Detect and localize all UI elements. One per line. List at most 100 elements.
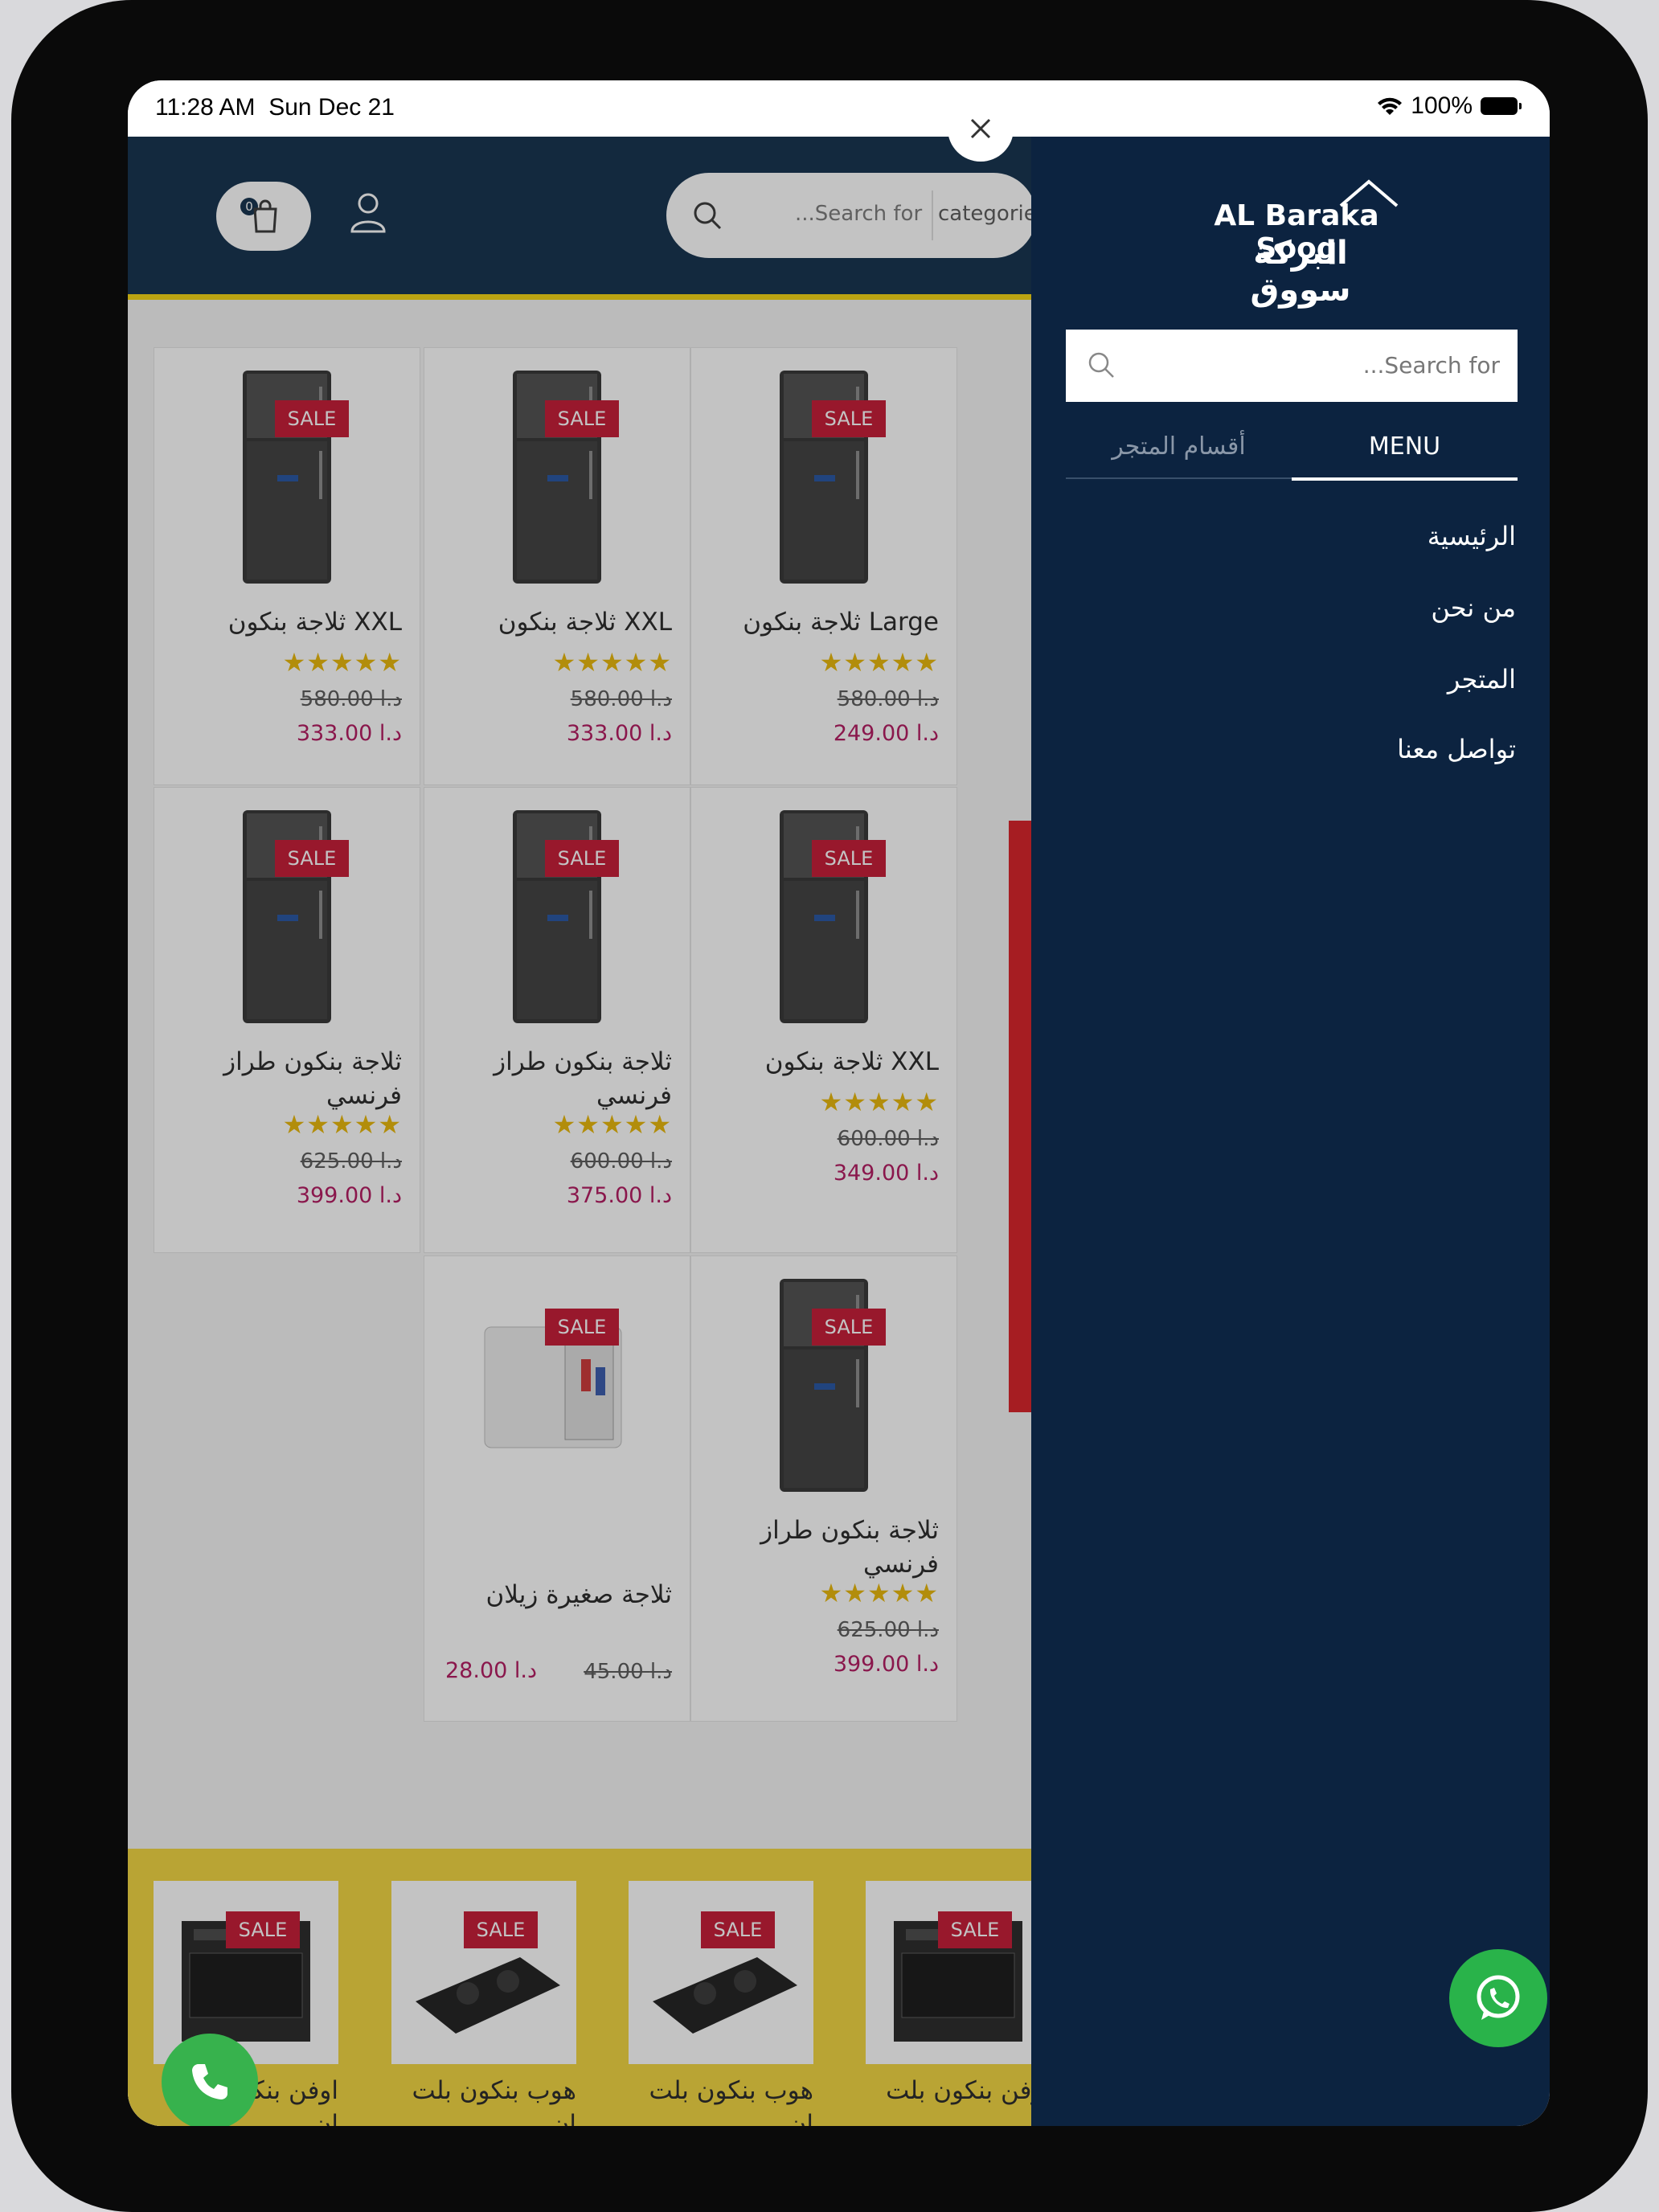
sale-badge: SALE xyxy=(275,840,349,877)
mini-fridge-image[interactable] xyxy=(469,1271,645,1496)
battery-percent: 100% xyxy=(1411,92,1473,119)
close-icon xyxy=(970,118,991,139)
product-name[interactable]: ثلاجة صغيرة زيلان xyxy=(439,1578,672,1612)
status-right: 100% xyxy=(1377,92,1522,120)
store-page: 0 ...Search for categorie s xyxy=(128,137,1031,2126)
sale-badge: SALE xyxy=(226,1911,300,1948)
product-card[interactable]: SALE ثلاجة بنكون XXL ★★★★★ 580.00 د.ا 33… xyxy=(424,347,690,785)
product-old-price: 600.00 د.ا xyxy=(837,1127,939,1151)
product-old-price: 580.00 د.ا xyxy=(300,687,402,711)
product-name[interactable]: ثلاجة بنكون طراز فرنسي xyxy=(169,1045,402,1112)
rating-stars: ★★★★★ xyxy=(819,1087,939,1117)
featured-product-card[interactable]: SALE هوب بنكون بلت ان xyxy=(391,1881,576,2126)
header-search-input[interactable]: ...Search for xyxy=(795,202,922,226)
side-menu-drawer: AL Baraka Sooq البركة سووق ...Search for… xyxy=(1031,137,1550,2126)
sale-badge: SALE xyxy=(275,400,349,437)
product-price: 349.00 د.ا xyxy=(833,1161,939,1186)
product-name[interactable]: ثلاجة بنكون XXL xyxy=(169,605,402,639)
product-price: 333.00 د.ا xyxy=(566,721,672,746)
refrigerator-image[interactable] xyxy=(469,802,645,1027)
device-bezel: 11:28 AM Sun Dec 21 100% 0 ...Search for… xyxy=(11,0,1648,2212)
product-card[interactable]: SALE ثلاجة بنكون طراز فرنسي ★★★★★ 625.00… xyxy=(690,1256,957,1722)
cart-button[interactable]: 0 xyxy=(216,182,311,251)
rating-stars: ★★★★★ xyxy=(819,647,939,678)
search-icon xyxy=(694,202,722,230)
tab-menu[interactable]: MENU xyxy=(1292,426,1518,481)
rating-stars: ★★★★★ xyxy=(552,647,672,678)
rating-stars: ★★★★★ xyxy=(552,1109,672,1140)
device-screen: 11:28 AM Sun Dec 21 100% 0 ...Search for… xyxy=(128,80,1550,2126)
product-old-price: 600.00 د.ا xyxy=(570,1149,672,1174)
menu-item-home[interactable]: الرئيسية xyxy=(1428,521,1516,551)
product-price: 249.00 د.ا xyxy=(833,721,939,746)
menu-item-shop[interactable]: المتجر xyxy=(1448,664,1516,694)
menu-tabs: أقسام المتجر MENU xyxy=(1066,426,1518,481)
refrigerator-image[interactable] xyxy=(199,363,375,588)
refrigerator-image[interactable] xyxy=(735,363,912,588)
hob-image xyxy=(416,1957,560,2034)
product-name[interactable]: ثلاجة بنكون XXL xyxy=(706,1045,939,1079)
hob-image xyxy=(653,1957,797,2034)
sale-badge: SALE xyxy=(812,1309,886,1346)
wifi-icon xyxy=(1378,97,1403,115)
refrigerator-image[interactable] xyxy=(735,802,912,1027)
tab-categories[interactable]: أقسام المتجر xyxy=(1066,426,1292,479)
sale-badge: SALE xyxy=(812,840,886,877)
product-name[interactable]: ثلاجة بنكون XXL xyxy=(439,605,672,639)
product-old-price: 580.00 د.ا xyxy=(837,687,939,711)
product-name[interactable]: ثلاجة بنكون Large xyxy=(706,605,939,639)
product-card[interactable]: SALE ثلاجة بنكون طراز فرنسي ★★★★★ 600.00… xyxy=(424,787,690,1253)
product-card[interactable]: SALE ثلاجة بنكون Large ★★★★★ 580.00 د.ا … xyxy=(690,347,957,785)
header-search[interactable]: ...Search for categories xyxy=(666,173,1031,258)
menu-item-about[interactable]: من نحن xyxy=(1431,592,1516,623)
product-price: 399.00 د.ا xyxy=(296,1183,402,1208)
featured-product-card[interactable]: SALE هوب بنكون بلت ان xyxy=(629,1881,813,2126)
product-name[interactable]: ثلاجة بنكون طراز فرنسي xyxy=(439,1045,672,1112)
product-card[interactable]: SALE ثلاجة بنكون XXL ★★★★★ 600.00 د.ا 34… xyxy=(690,787,957,1253)
refrigerator-image[interactable] xyxy=(735,1271,912,1496)
menu-item-contact[interactable]: تواصل معنا xyxy=(1397,734,1516,764)
categories-select[interactable]: categories xyxy=(938,202,1031,226)
whatsapp-button[interactable] xyxy=(1449,1949,1547,2047)
product-price: 28.00 د.ا xyxy=(445,1658,537,1683)
product-old-price: 625.00 د.ا xyxy=(837,1618,939,1642)
site-header: 0 ...Search for categories xyxy=(128,137,1031,294)
rating-stars: ★★★★★ xyxy=(282,647,402,678)
featured-product-name[interactable]: هوب بنكون بلت ان xyxy=(629,2074,813,2126)
product-name[interactable]: ثلاجة بنكون طراز فرنسي xyxy=(706,1514,939,1581)
product-card[interactable]: SALE ثلاجة صغيرة زيلان 28.00 د.ا 45.00 د… xyxy=(424,1256,690,1722)
featured-product-thumb[interactable]: SALE xyxy=(154,1881,338,2064)
featured-product-name[interactable]: هوب بنكون بلت ان xyxy=(391,2074,576,2126)
sale-badge: SALE xyxy=(545,840,619,877)
whatsapp-icon xyxy=(1477,1975,1520,2020)
featured-product-card[interactable]: SALE اوفن بنكون بلت ان xyxy=(866,1881,1031,2126)
close-menu-button[interactable] xyxy=(948,96,1014,162)
featured-product-thumb[interactable]: SALE xyxy=(866,1881,1031,2064)
sidebar-search-input[interactable]: ...Search for xyxy=(1363,352,1500,379)
sale-badge: SALE xyxy=(701,1911,775,1948)
sale-badge: SALE xyxy=(545,400,619,437)
sale-badge: SALE xyxy=(938,1911,1012,1948)
sale-badge: SALE xyxy=(545,1309,619,1346)
brand-logo[interactable]: AL Baraka Sooq البركة سووق xyxy=(1184,177,1401,309)
refrigerator-image[interactable] xyxy=(199,802,375,1027)
oven-image xyxy=(182,1921,310,2042)
rating-stars: ★★★★★ xyxy=(819,1578,939,1608)
refrigerator-image[interactable] xyxy=(469,363,645,588)
product-card[interactable]: SALE ثلاجة بنكون طراز فرنسي ★★★★★ 625.00… xyxy=(154,787,420,1253)
status-bar: 11:28 AM Sun Dec 21 100% xyxy=(128,80,1550,137)
user-icon[interactable] xyxy=(349,191,387,233)
side-tab[interactable] xyxy=(1009,821,1031,1412)
sidebar-search[interactable]: ...Search for xyxy=(1066,330,1518,402)
oven-image xyxy=(894,1921,1022,2042)
product-card[interactable]: SALE ثلاجة بنكون XXL ★★★★★ 580.00 د.ا 33… xyxy=(154,347,420,785)
featured-product-name[interactable]: اوفن بنكون بلت ان xyxy=(866,2074,1031,2126)
product-price: 399.00 د.ا xyxy=(833,1652,939,1677)
call-button[interactable] xyxy=(162,2034,258,2126)
phone-icon xyxy=(192,2064,227,2099)
search-divider xyxy=(932,190,933,240)
battery-icon xyxy=(1481,97,1522,115)
product-old-price: 45.00 د.ا xyxy=(584,1660,672,1684)
featured-product-thumb[interactable]: SALE xyxy=(391,1881,576,2064)
featured-product-thumb[interactable]: SALE xyxy=(629,1881,813,2064)
